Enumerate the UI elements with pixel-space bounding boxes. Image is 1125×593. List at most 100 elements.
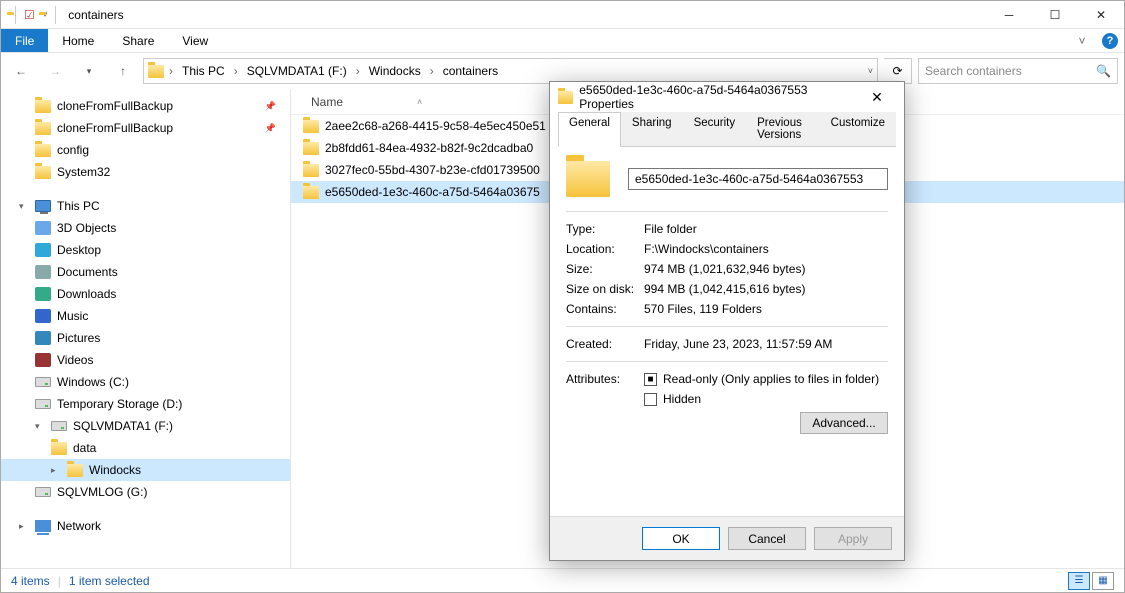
tree-pc-item[interactable]: Desktop [1, 239, 290, 261]
tab-previous-versions[interactable]: Previous Versions [746, 112, 820, 146]
chevron-right-icon[interactable]: › [231, 64, 241, 78]
tree-drive[interactable]: Windows (C:) [1, 371, 290, 393]
breadcrumb[interactable]: Windocks [365, 64, 425, 78]
search-input[interactable] [925, 64, 1096, 78]
window-title: containers [68, 8, 123, 22]
tree-pc-item[interactable]: Downloads [1, 283, 290, 305]
readonly-checkbox[interactable]: ■ [644, 373, 657, 386]
value-contains: 570 Files, 119 Folders [644, 302, 762, 316]
pin-icon: 📌 [265, 123, 276, 134]
music-icon [35, 309, 51, 323]
chevron-right-icon[interactable]: › [427, 64, 437, 78]
tree-quick-item[interactable]: System32 [1, 161, 290, 183]
desktop-icon [35, 243, 51, 257]
folder-icon [303, 120, 319, 133]
help-icon[interactable]: ? [1096, 29, 1124, 52]
value-size: 974 MB (1,021,632,946 bytes) [644, 262, 805, 276]
tab-file[interactable]: File [1, 29, 48, 52]
folder-name-input[interactable] [628, 168, 888, 190]
chevron-down-icon: ▾ [19, 201, 29, 212]
chevron-down-icon: ▾ [35, 421, 45, 432]
tree-pc-item[interactable]: Documents [1, 261, 290, 283]
maximize-button[interactable]: ☐ [1032, 1, 1078, 29]
tree-pc-item[interactable]: 3D Objects [1, 217, 290, 239]
label-contains: Contains: [566, 302, 644, 316]
search-icon: 🔍 [1096, 64, 1111, 78]
pin-icon: 📌 [265, 101, 276, 112]
dialog-close-button[interactable]: ✕ [858, 82, 896, 112]
folder-icon [303, 142, 319, 155]
tab-general[interactable]: General [558, 112, 621, 147]
tree-pc-item[interactable]: Pictures [1, 327, 290, 349]
folder-icon [558, 91, 573, 104]
tree-folder[interactable]: data [1, 437, 290, 459]
tree-pc-item[interactable]: Music [1, 305, 290, 327]
label-type: Type: [566, 222, 644, 236]
tab-sharing[interactable]: Sharing [621, 112, 683, 146]
videos-icon [35, 353, 51, 367]
tab-share[interactable]: Share [108, 29, 168, 52]
tree-quick-item[interactable]: cloneFromFullBackup📌 [1, 117, 290, 139]
pictures-icon [35, 331, 51, 345]
up-button[interactable]: ↑ [109, 57, 137, 85]
folder-icon [303, 186, 319, 199]
status-bar: 4 items | 1 item selected ☰ ▦ [1, 568, 1124, 592]
advanced-button[interactable]: Advanced... [800, 412, 888, 434]
tree-quick-item[interactable]: cloneFromFullBackup📌 [1, 95, 290, 117]
label-created: Created: [566, 337, 644, 351]
view-details-button[interactable]: ☰ [1068, 572, 1090, 590]
readonly-label: Read-only (Only applies to files in fold… [663, 372, 879, 386]
chevron-right-icon: ▸ [19, 521, 29, 532]
column-header-name[interactable]: Name ˄ [303, 95, 430, 109]
tree-network[interactable]: ▸Network [1, 515, 290, 537]
chevron-right-icon[interactable]: › [166, 64, 176, 78]
tree-drive[interactable]: SQLVMLOG (G:) [1, 481, 290, 503]
tree-this-pc[interactable]: ▾This PC [1, 195, 290, 217]
apply-button[interactable]: Apply [814, 527, 892, 550]
downloads-icon [35, 287, 51, 301]
objects-icon [35, 221, 51, 235]
cancel-button[interactable]: Cancel [728, 527, 806, 550]
folder-icon [35, 166, 51, 179]
tree-drive[interactable]: ▾SQLVMDATA1 (F:) [1, 415, 290, 437]
tab-view[interactable]: View [168, 29, 222, 52]
chevron-right-icon: ▸ [51, 465, 61, 476]
address-dropdown-icon[interactable]: ˅ [868, 66, 873, 76]
tree-folder[interactable]: ▸Windocks [1, 459, 290, 481]
breadcrumb[interactable]: SQLVMDATA1 (F:) [243, 64, 351, 78]
search-box[interactable]: 🔍 [918, 58, 1118, 84]
qat-properties-icon[interactable]: ☑ [24, 8, 35, 22]
tree-quick-item[interactable]: config [1, 139, 290, 161]
chevron-right-icon[interactable]: › [353, 64, 363, 78]
documents-icon [35, 265, 51, 279]
label-attributes: Attributes: [566, 372, 644, 434]
tab-home[interactable]: Home [48, 29, 108, 52]
close-button[interactable]: ✕ [1078, 1, 1124, 29]
qat-customize-icon[interactable]: ▾ [43, 9, 48, 20]
status-count: 4 items [11, 574, 50, 588]
minimize-button[interactable]: ─ [986, 1, 1032, 29]
window-titlebar: ☑ ▾ containers ─ ☐ ✕ [1, 1, 1124, 29]
history-dropdown[interactable]: ▾ [75, 57, 103, 85]
ok-button[interactable]: OK [642, 527, 720, 550]
tab-security[interactable]: Security [683, 112, 747, 146]
folder-large-icon [566, 161, 610, 197]
breadcrumb[interactable]: This PC [178, 64, 229, 78]
tab-customize[interactable]: Customize [820, 112, 896, 146]
tree-pc-item[interactable]: Videos [1, 349, 290, 371]
breadcrumb[interactable]: containers [439, 64, 502, 78]
drive-icon [35, 399, 51, 409]
folder-icon [303, 164, 319, 177]
hidden-label: Hidden [663, 392, 701, 406]
hidden-checkbox[interactable] [644, 393, 657, 406]
folder-icon [35, 144, 51, 157]
back-button[interactable]: ← [7, 57, 35, 85]
view-icons-button[interactable]: ▦ [1092, 572, 1114, 590]
network-icon [35, 520, 51, 532]
forward-button[interactable]: → [41, 57, 69, 85]
tree-drive[interactable]: Temporary Storage (D:) [1, 393, 290, 415]
status-selected: 1 item selected [69, 574, 150, 588]
ribbon-collapse-icon[interactable]: ˅ [1068, 29, 1096, 52]
label-size-on-disk: Size on disk: [566, 282, 644, 296]
status-separator: | [58, 574, 61, 588]
